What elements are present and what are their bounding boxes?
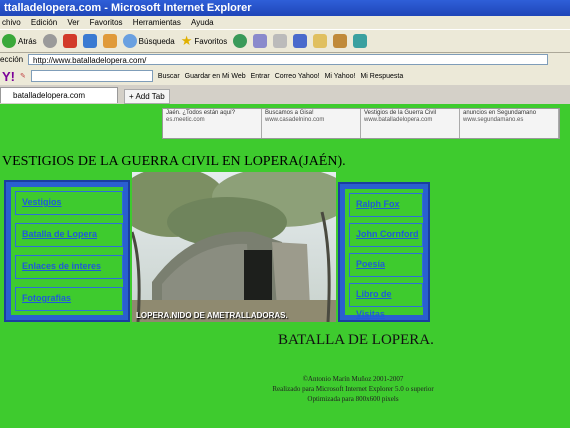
ad-strip: Jaén. ¿Todos están aquí? es.meetic.com Bu… xyxy=(162,108,560,139)
print-icon[interactable] xyxy=(273,34,288,48)
page-title: VESTIGIOS DE LA GUERRA CIVIL EN LOPERA(J… xyxy=(2,154,346,169)
menu-bar: chivo Edición Ver Favoritos Herramientas… xyxy=(0,16,570,29)
forward-arrow-icon[interactable] xyxy=(42,34,57,48)
nav-enlaces[interactable]: Enlaces de interes xyxy=(15,255,123,279)
menu-herramientas[interactable]: Herramientas xyxy=(131,18,181,27)
correo-button[interactable]: Correo Yahoo! xyxy=(275,73,320,80)
ad-2[interactable]: Buscamos a Gisa! www.casadelnino.com xyxy=(262,109,361,138)
window-title: ttalladelopera.com - Microsoft Internet … xyxy=(0,0,570,16)
edit-icon[interactable] xyxy=(293,34,308,48)
guardar-button[interactable]: Guardar en Mi Web xyxy=(185,73,246,80)
myyahoo-button[interactable]: Mi Yahoo! xyxy=(325,73,356,80)
refresh-icon[interactable] xyxy=(82,34,97,48)
menu-archivo[interactable]: chivo xyxy=(0,18,21,27)
history-icon[interactable] xyxy=(233,34,248,48)
browser-note: Realizado para Microsoft Internet Explor… xyxy=(272,385,434,393)
respuestas-button[interactable]: Mi Respuesta xyxy=(360,73,403,80)
nav-ralph-fox[interactable]: Ralph Fox xyxy=(349,193,423,217)
left-nav: Vestigios Batalla de Lopera Enlaces de i… xyxy=(4,180,130,322)
yahoo-toolbar: Y! ✎ Buscar Guardar en Mi Web Entrar Cor… xyxy=(0,67,570,85)
buscar-button[interactable]: Buscar xyxy=(158,73,180,80)
address-input[interactable]: http://www.batalladelopera.com/ xyxy=(28,54,548,65)
research-icon[interactable] xyxy=(333,34,348,48)
photo-caption: LOPERA.NIDO DE AMETRALLADORAS. xyxy=(136,311,288,320)
section-title: BATALLA DE LOPERA. xyxy=(278,332,434,348)
back-arrow-icon xyxy=(2,34,16,48)
search-button[interactable]: Búsqueda xyxy=(122,34,175,48)
tab-batalladelopera[interactable]: batalladelopera.com xyxy=(0,87,118,103)
nav-batalla[interactable]: Batalla de Lopera xyxy=(15,223,123,247)
right-nav: Ralph Fox John Cornford Poesía Libro de … xyxy=(338,182,430,322)
menu-ayuda[interactable]: Ayuda xyxy=(189,18,214,27)
menu-edicion[interactable]: Edición xyxy=(29,18,57,27)
entrar-button[interactable]: Entrar xyxy=(251,73,270,80)
footer: ©Antonio Marín Muñoz 2001-2007 Realizado… xyxy=(248,374,458,404)
pencil-icon[interactable]: ✎ xyxy=(20,72,26,80)
nav-libro-visitas[interactable]: Libro de Visitas xyxy=(349,283,423,319)
mail-icon[interactable] xyxy=(253,34,268,48)
favorites-button[interactable]: ★ Favoritos xyxy=(181,33,228,49)
ad-1[interactable]: Jaén. ¿Todos están aquí? es.meetic.com xyxy=(163,109,262,138)
menu-favoritos[interactable]: Favoritos xyxy=(88,18,123,27)
tab-bar: batalladelopera.com + Add Tab xyxy=(0,85,570,104)
address-label: ección xyxy=(0,55,24,64)
nav-fotografias[interactable]: Fotografias xyxy=(15,287,123,311)
ad-3[interactable]: Vestigios de la Guerra Civil www.batallad… xyxy=(361,109,460,138)
stop-icon[interactable] xyxy=(62,34,77,48)
nav-vestigios[interactable]: Vestigios xyxy=(15,191,123,215)
add-tab-button[interactable]: + Add Tab xyxy=(124,89,170,104)
menu-ver[interactable]: Ver xyxy=(65,18,79,27)
toolbar: Atrás Búsqueda ★ Favoritos xyxy=(0,29,570,53)
nav-john-cornford[interactable]: John Cornford xyxy=(349,223,423,247)
yahoo-logo[interactable]: Y! xyxy=(2,69,15,84)
web-page: Jaén. ¿Todos están aquí? es.meetic.com Bu… xyxy=(0,104,570,428)
resolution-note: Optimizada para 800x600 pixels xyxy=(307,395,399,403)
nav-poesia[interactable]: Poesía xyxy=(349,253,423,277)
folder-icon[interactable] xyxy=(313,34,328,48)
back-button[interactable]: Atrás xyxy=(2,34,37,48)
address-bar: ección http://www.batalladelopera.com/ xyxy=(0,53,570,67)
star-icon: ★ xyxy=(180,33,193,48)
bunker-photo: LOPERA.NIDO DE AMETRALLADORAS. xyxy=(132,172,336,322)
copyright-text: ©Antonio Marín Muñoz 2001-2007 xyxy=(302,375,404,383)
yahoo-search-input[interactable] xyxy=(30,70,153,82)
messenger-icon[interactable] xyxy=(353,34,368,48)
home-icon[interactable] xyxy=(102,34,117,48)
ad-4[interactable]: anuncios en Segundamano www.segundamano.e… xyxy=(460,109,559,138)
magnifier-icon xyxy=(122,34,137,48)
bunker-image xyxy=(132,172,336,322)
